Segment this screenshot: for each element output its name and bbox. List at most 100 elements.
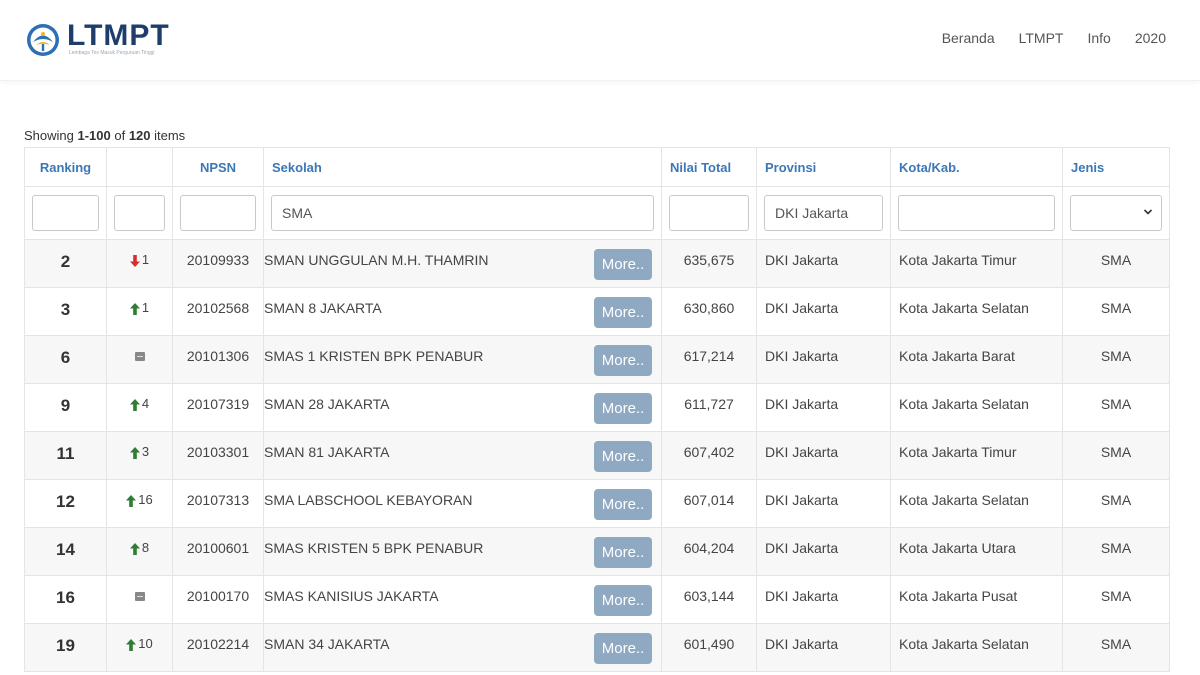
- filter-cell: [106, 186, 173, 240]
- cell-jenis: SMA: [1062, 431, 1170, 480]
- table-row: 2 1 20109933 SMAN UNGGULAN M.H. THAMRIN M…: [24, 239, 1170, 288]
- cell-provinsi: DKI Jakarta: [756, 575, 891, 624]
- summary-mid: of: [110, 128, 129, 143]
- cell-sekolah: SMAS KANISIUS JAKARTA More..: [263, 575, 662, 624]
- col-change: [106, 147, 173, 187]
- school-name: SMAS KRISTEN 5 BPK PENABUR: [264, 540, 484, 556]
- filter-cell: DKI Jakarta: [756, 186, 891, 240]
- tut-wuri-emblem-icon: [27, 24, 59, 56]
- cell-ranking: 2: [24, 239, 107, 288]
- filter-change-input[interactable]: [114, 195, 165, 231]
- school-name: SMAN 8 JAKARTA: [264, 300, 382, 316]
- more-button[interactable]: More..: [594, 633, 652, 664]
- cell-provinsi: DKI Jakarta: [756, 479, 891, 528]
- cell-ranking: 11: [24, 431, 107, 480]
- filter-cell: [24, 186, 107, 240]
- table-row: 14 8 20100601 SMAS KRISTEN 5 BPK PENABUR…: [24, 527, 1170, 576]
- col-provinsi[interactable]: Provinsi: [756, 147, 891, 187]
- cell-ranking: 6: [24, 335, 107, 384]
- cell-ranking: 16: [24, 575, 107, 624]
- nav-info[interactable]: Info: [1087, 29, 1110, 47]
- nav-beranda[interactable]: Beranda: [942, 29, 995, 47]
- brand-logo[interactable]: LTMPT Lembaga Tes Masuk Perguruan Tinggi: [26, 19, 177, 60]
- change-value: 4: [141, 396, 150, 411]
- cell-kota: Kota Jakarta Timur: [890, 239, 1063, 288]
- cell-nilai-total: 601,490: [661, 623, 757, 672]
- main-nav: Beranda LTMPT Info 2020: [918, 29, 1166, 47]
- arrow-up-icon: [129, 542, 140, 555]
- cell-change: 4: [106, 383, 173, 432]
- nav-2020[interactable]: 2020: [1135, 29, 1166, 47]
- cell-npsn: 20103301: [172, 431, 264, 480]
- cell-jenis: SMA: [1062, 623, 1170, 672]
- no-change-icon: [134, 592, 145, 602]
- cell-nilai-total: 630,860: [661, 287, 757, 336]
- col-nilai-total[interactable]: Nilai Total: [661, 147, 757, 187]
- cell-change: [106, 575, 173, 624]
- cell-ranking: 3: [24, 287, 107, 336]
- table-row: 12 16 20107313 SMA LABSCHOOL KEBAYORAN Mo…: [24, 479, 1170, 528]
- col-sekolah[interactable]: Sekolah: [263, 147, 662, 187]
- change-value: 1: [141, 252, 150, 267]
- cell-nilai-total: 611,727: [661, 383, 757, 432]
- filter-provinsi-input[interactable]: DKI Jakarta: [764, 195, 883, 231]
- top-navbar: LTMPT Lembaga Tes Masuk Perguruan Tinggi…: [0, 0, 1200, 81]
- cell-change: 10: [106, 623, 173, 672]
- more-button[interactable]: More..: [594, 249, 652, 280]
- table-row: 9 4 20107319 SMAN 28 JAKARTA More.. 611,7…: [24, 383, 1170, 432]
- cell-kota: Kota Jakarta Utara: [890, 527, 1063, 576]
- filter-cell: [1062, 186, 1170, 240]
- cell-npsn: 20107319: [172, 383, 264, 432]
- filter-nilai-input[interactable]: [669, 195, 749, 231]
- school-name: SMAN 28 JAKARTA: [264, 396, 390, 412]
- col-jenis[interactable]: Jenis: [1062, 147, 1170, 187]
- cell-provinsi: DKI Jakarta: [756, 527, 891, 576]
- cell-change: 1: [106, 239, 173, 288]
- cell-jenis: SMA: [1062, 239, 1170, 288]
- cell-jenis: SMA: [1062, 479, 1170, 528]
- cell-change: [106, 335, 173, 384]
- filter-ranking-input[interactable]: [32, 195, 99, 231]
- col-kota[interactable]: Kota/Kab.: [890, 147, 1063, 187]
- filter-kota-input[interactable]: [898, 195, 1055, 231]
- more-button[interactable]: More..: [594, 537, 652, 568]
- more-button[interactable]: More..: [594, 441, 652, 472]
- cell-ranking: 12: [24, 479, 107, 528]
- cell-kota: Kota Jakarta Selatan: [890, 383, 1063, 432]
- more-button[interactable]: More..: [594, 393, 652, 424]
- col-npsn[interactable]: NPSN: [172, 147, 264, 187]
- cell-nilai-total: 617,214: [661, 335, 757, 384]
- chevron-down-icon: [1143, 209, 1153, 215]
- brand-wordmark: LTMPT Lembaga Tes Masuk Perguruan Tinggi: [67, 19, 177, 59]
- nav-ltmpt[interactable]: LTMPT: [1019, 29, 1064, 47]
- col-ranking[interactable]: Ranking: [24, 147, 107, 187]
- cell-change: 3: [106, 431, 173, 480]
- arrow-up-icon: [129, 446, 140, 459]
- table-row: 16 20100170 SMAS KANISIUS JAKARTA More.. …: [24, 575, 1170, 624]
- cell-sekolah: SMAS 1 KRISTEN BPK PENABUR More..: [263, 335, 662, 384]
- cell-kota: Kota Jakarta Barat: [890, 335, 1063, 384]
- filter-npsn-input[interactable]: [180, 195, 256, 231]
- cell-change: 8: [106, 527, 173, 576]
- more-button[interactable]: More..: [594, 585, 652, 616]
- school-name: SMAN 34 JAKARTA: [264, 636, 390, 652]
- cell-kota: Kota Jakarta Timur: [890, 431, 1063, 480]
- change-value: 1: [141, 300, 150, 315]
- cell-npsn: 20107313: [172, 479, 264, 528]
- cell-nilai-total: 604,204: [661, 527, 757, 576]
- more-button[interactable]: More..: [594, 297, 652, 328]
- brand-name: LTMPT: [67, 19, 170, 52]
- cell-change: 16: [106, 479, 173, 528]
- cell-provinsi: DKI Jakarta: [756, 383, 891, 432]
- table-row: 11 3 20103301 SMAN 81 JAKARTA More.. 607,…: [24, 431, 1170, 480]
- filter-sekolah-input[interactable]: SMA: [271, 195, 654, 231]
- school-name: SMAN UNGGULAN M.H. THAMRIN: [264, 252, 489, 268]
- more-button[interactable]: More..: [594, 345, 652, 376]
- more-button[interactable]: More..: [594, 489, 652, 520]
- cell-npsn: 20102568: [172, 287, 264, 336]
- cell-provinsi: DKI Jakarta: [756, 335, 891, 384]
- cell-kota: Kota Jakarta Selatan: [890, 623, 1063, 672]
- filter-cell: [661, 186, 757, 240]
- school-name: SMA LABSCHOOL KEBAYORAN: [264, 492, 473, 508]
- filter-jenis-select[interactable]: [1070, 195, 1162, 231]
